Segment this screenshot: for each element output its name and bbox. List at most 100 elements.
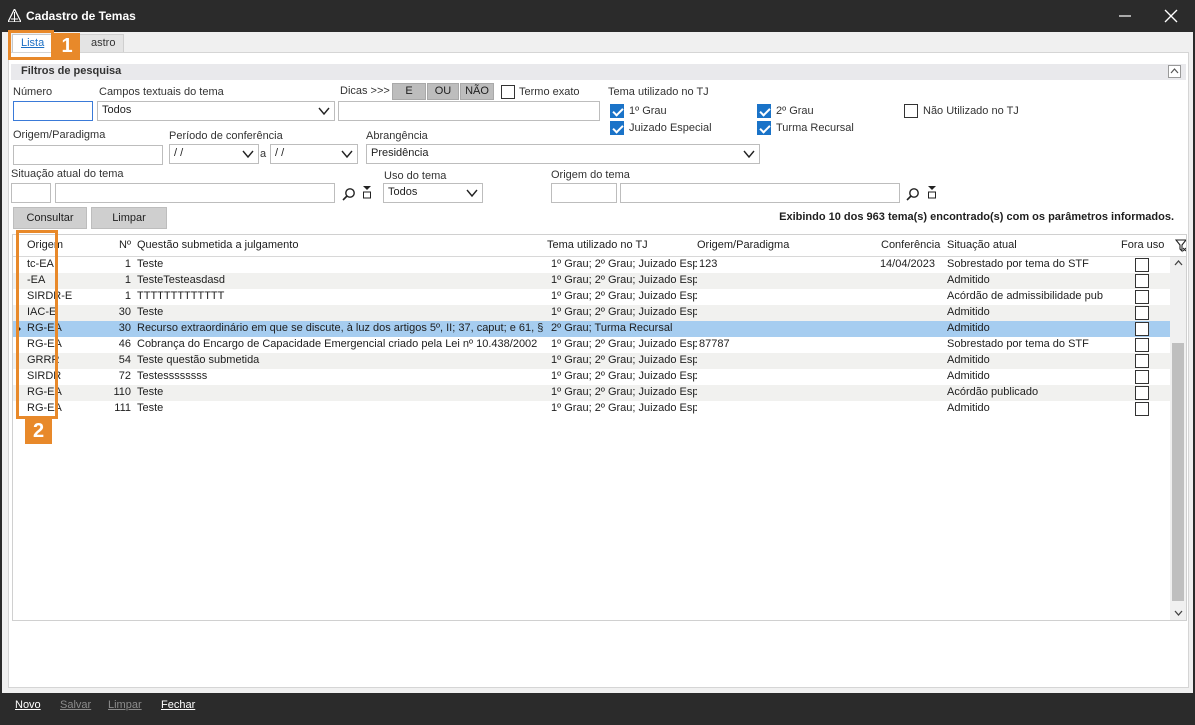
- fora-uso-checkbox[interactable]: [1135, 338, 1149, 352]
- campos-select[interactable]: Todos: [97, 101, 335, 121]
- juizado-label: Juizado Especial: [629, 122, 712, 134]
- table-row[interactable]: GRRR 54 Teste questão submetida 1º Grau;…: [13, 353, 1170, 369]
- chevron-down-icon: [318, 107, 330, 116]
- consultar-button[interactable]: Consultar: [13, 207, 87, 229]
- situacao-code-input[interactable]: [11, 183, 51, 203]
- dicas-label: Dicas >>>: [340, 85, 390, 97]
- fora-uso-checkbox[interactable]: [1135, 274, 1149, 288]
- column-filter-icon[interactable]: [1175, 239, 1187, 253]
- col-origem-paradigma[interactable]: Origem/Paradigma: [697, 239, 789, 251]
- cell-numero: 54: [118, 354, 131, 366]
- periodo-de-input[interactable]: / /: [169, 144, 259, 164]
- footer-toolbar: Novo Salvar Limpar Fechar: [6, 693, 1189, 721]
- cell-numero: 46: [118, 338, 131, 350]
- fora-uso-checkbox[interactable]: [1135, 354, 1149, 368]
- cell-tema-tj: 1º Grau; 2º Grau; Juizado Esp: [551, 290, 697, 302]
- filter-clear-icon[interactable]: [927, 185, 937, 199]
- situacao-desc-input[interactable]: [55, 183, 335, 203]
- search-icon[interactable]: [342, 187, 356, 201]
- chevron-up-icon[interactable]: [1174, 260, 1183, 266]
- fora-uso-checkbox[interactable]: [1135, 322, 1149, 336]
- cell-questao: Recurso extraordinário em que se discute…: [137, 322, 544, 334]
- chevron-down-icon: [466, 189, 478, 198]
- col-questao[interactable]: Questão submetida a julgamento: [137, 239, 298, 251]
- origem-paradigma-input[interactable]: [13, 145, 163, 165]
- chevron-down-icon[interactable]: [1174, 610, 1183, 616]
- col-situacao[interactable]: Situação atual: [947, 239, 1017, 251]
- tema-tj-panel: 1º Grau 2º Grau Não Utilizado no TJ Juiz…: [607, 102, 1053, 137]
- grid-vertical-scrollbar[interactable]: [1170, 257, 1186, 620]
- fechar-button[interactable]: Fechar: [161, 699, 195, 711]
- numero-input[interactable]: [13, 101, 93, 121]
- cell-tema-tj: 1º Grau; 2º Grau; Juizado Esp: [551, 306, 697, 318]
- window-title: Cadastro de Temas: [26, 9, 136, 23]
- main-window: astro Lista Filtros de pesquisa Número C…: [2, 32, 1193, 693]
- fora-uso-checkbox[interactable]: [1135, 386, 1149, 400]
- abrangencia-value: Presidência: [371, 147, 429, 159]
- cell-numero: 30: [118, 306, 131, 318]
- table-row[interactable]: RG-EA 46 Cobrança do Encargo de Capacida…: [13, 337, 1170, 353]
- grid-rows: tc-EA 1 Teste 1º Grau; 2º Grau; Juizado …: [13, 257, 1170, 417]
- table-row[interactable]: SIRDR 72 Testessssssss 1º Grau; 2º Grau;…: [13, 369, 1170, 385]
- table-row[interactable]: tc-EA 1 Teste 1º Grau; 2º Grau; Juizado …: [13, 257, 1170, 273]
- collapse-filters-button[interactable]: [1168, 65, 1181, 78]
- campos-value: Todos: [102, 104, 132, 116]
- close-window-button[interactable]: [1148, 0, 1194, 32]
- campos-label: Campos textuais do tema: [99, 86, 224, 98]
- abrangencia-select[interactable]: Presidência: [366, 144, 760, 164]
- termo-input[interactable]: [338, 101, 600, 121]
- situacao-label: Situação atual do tema: [11, 168, 124, 180]
- content-panel: Filtros de pesquisa Número Campos textua…: [8, 52, 1189, 688]
- chevron-up-icon: [1170, 68, 1179, 74]
- cell-tema-tj: 1º Grau; 2º Grau; Juizado Esp: [551, 274, 697, 286]
- dicas-e-button[interactable]: E: [392, 83, 426, 100]
- callout-badge-1: 1: [54, 33, 80, 60]
- cell-tema-tj: 1º Grau; 2º Grau; Juizado Esp: [551, 370, 697, 382]
- minimize-button[interactable]: [1102, 0, 1148, 32]
- uso-value: Todos: [388, 186, 418, 198]
- col-conferencia[interactable]: Conferência: [881, 239, 940, 251]
- filter-clear-icon[interactable]: [362, 185, 372, 199]
- salvar-button[interactable]: Salvar: [60, 699, 91, 711]
- limpar-filters-button[interactable]: Limpar: [91, 207, 167, 229]
- search-icon[interactable]: [906, 187, 920, 201]
- origem-tema-code-input[interactable]: [551, 183, 617, 203]
- fora-uso-checkbox[interactable]: [1135, 402, 1149, 416]
- cell-situacao: Admitido: [947, 354, 990, 366]
- novo-button[interactable]: Novo: [15, 699, 41, 711]
- scrollbar-thumb[interactable]: [1172, 343, 1184, 601]
- col-fora-uso[interactable]: Fora uso: [1121, 239, 1164, 251]
- periodo-ate-input[interactable]: / /: [270, 144, 358, 164]
- table-row[interactable]: IAC-E 30 Teste 1º Grau; 2º Grau; Juizado…: [13, 305, 1170, 321]
- col-numero[interactable]: Nº: [119, 239, 131, 251]
- table-row[interactable]: -EA 1 TesteTesteasdasd 1º Grau; 2º Grau;…: [13, 273, 1170, 289]
- filters-header[interactable]: Filtros de pesquisa: [11, 64, 1186, 80]
- table-row[interactable]: RG-EA 110 Teste 1º Grau; 2º Grau; Juizad…: [13, 385, 1170, 401]
- nao-utilizado-checkbox[interactable]: [904, 104, 918, 118]
- col-tema-tj[interactable]: Tema utilizado no TJ: [547, 239, 648, 251]
- dicas-nao-button[interactable]: NÃO: [460, 83, 494, 100]
- termo-exato-checkbox[interactable]: [501, 85, 515, 99]
- turma-checkbox[interactable]: [757, 121, 771, 135]
- fora-uso-checkbox[interactable]: [1135, 258, 1149, 272]
- fora-uso-checkbox[interactable]: [1135, 370, 1149, 384]
- chevron-down-icon: [743, 150, 755, 159]
- uso-select[interactable]: Todos: [383, 183, 483, 203]
- cell-numero: 72: [118, 370, 131, 382]
- grau2-checkbox[interactable]: [757, 104, 771, 118]
- cell-numero: 1: [124, 258, 131, 270]
- fora-uso-checkbox[interactable]: [1135, 306, 1149, 320]
- grau1-checkbox[interactable]: [610, 104, 624, 118]
- table-row[interactable]: SIRDR-E 1 TTTTTTTTTTTTT 1º Grau; 2º Grau…: [13, 289, 1170, 305]
- limpar-button[interactable]: Limpar: [108, 699, 142, 711]
- table-row-selected[interactable]: RG-EA 30 Recurso extraordinário em que s…: [13, 321, 1170, 337]
- table-row[interactable]: RG-EA 111 Teste 1º Grau; 2º Grau; Juizad…: [13, 401, 1170, 417]
- cell-situacao: Admitido: [947, 370, 990, 382]
- numero-label: Número: [13, 86, 53, 98]
- cell-questao: TesteTesteasdasd: [137, 274, 226, 286]
- cell-situacao: Admitido: [947, 274, 990, 286]
- dicas-ou-button[interactable]: OU: [427, 83, 459, 100]
- fora-uso-checkbox[interactable]: [1135, 290, 1149, 304]
- juizado-checkbox[interactable]: [610, 121, 624, 135]
- origem-tema-desc-input[interactable]: [620, 183, 900, 203]
